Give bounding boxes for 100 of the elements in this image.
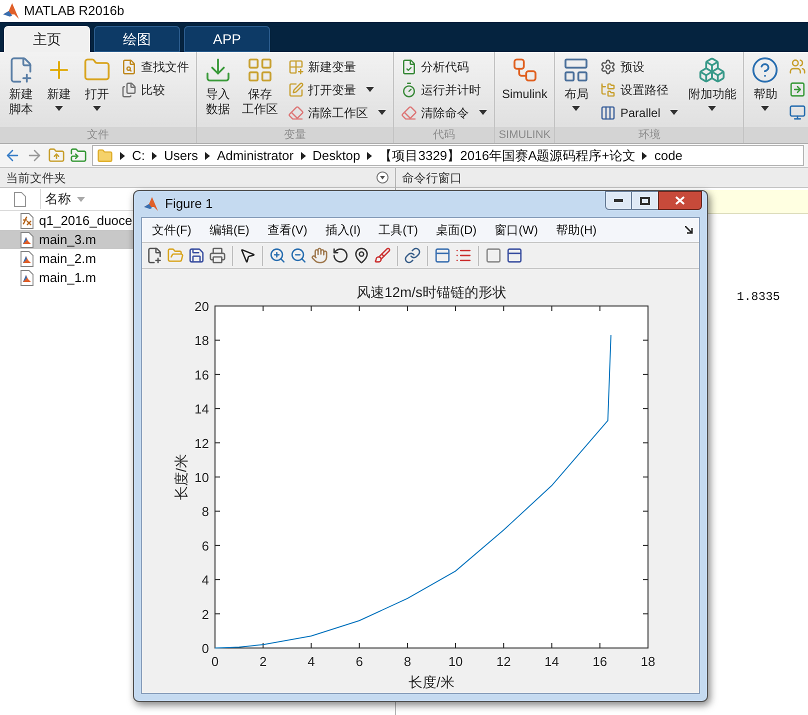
tick-label: 8 xyxy=(404,654,412,669)
ribbon-button[interactable]: 保存 工作区 xyxy=(238,52,282,126)
menu-item[interactable]: 查看(V) xyxy=(263,221,312,239)
window-title: Figure 1 xyxy=(165,195,213,214)
tick-label: 4 xyxy=(202,572,209,588)
download-icon xyxy=(204,56,232,84)
browse-folder-icon[interactable] xyxy=(70,147,87,164)
path-segment[interactable]: Desktop xyxy=(312,146,360,166)
ribbon-button[interactable]: 查找文件 xyxy=(121,55,189,78)
path-segment[interactable]: 【项目3329】2016年国赛A题源码程序+论文 xyxy=(379,146,636,166)
ribbon-button[interactable]: 附加功能 xyxy=(684,52,740,126)
y-axis-label: 长度/米 xyxy=(173,454,189,500)
ribbon-button[interactable]: 预设 xyxy=(600,55,678,78)
tick-label: 12 xyxy=(496,654,511,669)
printer-icon[interactable] xyxy=(209,247,226,264)
tick-label: 10 xyxy=(448,654,463,669)
maximize-button[interactable] xyxy=(632,191,658,210)
ribbon-button[interactable]: 清除命令 xyxy=(401,101,487,124)
function-file-icon xyxy=(20,212,34,228)
block-diagram-icon xyxy=(510,56,539,84)
tick-label: 2 xyxy=(202,606,209,622)
ribbon-button[interactable]: 新建 脚本 xyxy=(3,52,39,126)
menu-item[interactable]: 插入(I) xyxy=(321,221,365,239)
menu-item[interactable]: 帮助(H) xyxy=(552,221,601,239)
chevron-icon xyxy=(152,152,157,160)
ribbon-button[interactable]: 分析代码 xyxy=(401,55,487,78)
data-cursor-icon[interactable] xyxy=(353,247,370,264)
ribbon-button[interactable]: 布局 xyxy=(558,52,594,126)
ribbon-button[interactable]: 打开 xyxy=(79,52,115,126)
panel-title: 命令行窗口 xyxy=(402,170,462,186)
minimize-icon xyxy=(614,199,623,202)
minimize-button[interactable] xyxy=(605,191,632,210)
path-segment[interactable]: Users xyxy=(164,146,198,166)
colorbar-icon[interactable] xyxy=(434,247,451,264)
menu-item[interactable]: 文件(F) xyxy=(148,221,196,239)
ribbon-button[interactable]: 导入 数据 xyxy=(200,52,236,126)
monitor-icon[interactable] xyxy=(789,104,806,121)
link-icon[interactable] xyxy=(404,247,421,264)
path-segment[interactable]: C: xyxy=(132,146,145,166)
ribbon-button[interactable]: 帮助 xyxy=(747,52,784,126)
save-icon[interactable] xyxy=(188,247,205,264)
forward-icon[interactable] xyxy=(26,147,43,164)
ribbon-button[interactable]: Parallel xyxy=(600,101,678,124)
zoom-in-icon[interactable] xyxy=(269,247,286,264)
ribbon-button[interactable]: 清除工作区 xyxy=(288,101,386,124)
tick-label: 16 xyxy=(194,367,209,382)
group-label: 环境 xyxy=(638,129,660,141)
back-icon[interactable] xyxy=(4,147,21,164)
new-file-icon[interactable] xyxy=(146,247,163,264)
ribbon-tab[interactable]: 绘图 xyxy=(94,26,180,52)
column-header[interactable]: 名称 xyxy=(40,189,85,209)
tick-label: 6 xyxy=(356,654,363,669)
files-icon xyxy=(121,82,137,98)
close-button[interactable] xyxy=(658,191,702,210)
tick-label: 10 xyxy=(194,470,209,485)
ribbon-button[interactable]: Simulink xyxy=(498,52,552,126)
tick-label: 0 xyxy=(211,654,219,669)
menu-item[interactable]: 窗口(W) xyxy=(490,221,542,239)
file-check-icon xyxy=(401,58,417,74)
script-file-icon xyxy=(20,232,34,248)
sort-icon xyxy=(77,196,85,202)
ribbon-button[interactable]: 设置路径 xyxy=(600,78,678,101)
pointer-icon[interactable] xyxy=(239,247,256,264)
tick-label: 6 xyxy=(202,538,209,554)
rotate-icon[interactable] xyxy=(332,247,349,264)
ribbon-tab[interactable]: APP xyxy=(184,26,270,52)
file-row[interactable]: main_3.m xyxy=(0,230,133,249)
ribbon-tab[interactable]: 主页 xyxy=(4,26,90,52)
tick-label: 0 xyxy=(202,641,209,656)
ribbon-button[interactable]: 比较 xyxy=(121,78,189,101)
file-row[interactable]: q1_2016_duoce xyxy=(0,211,133,230)
chevron-icon xyxy=(120,152,125,160)
menu-item[interactable]: 工具(T) xyxy=(374,221,422,239)
path-segment[interactable]: code xyxy=(654,146,683,166)
zoom-out-icon[interactable] xyxy=(290,247,307,264)
brush-icon[interactable] xyxy=(374,247,391,264)
folder-tree-icon xyxy=(600,82,616,98)
address-field[interactable]: C: Users Administrator Desktop 【项目3329】2016年国赛A题源码程序+论文 code xyxy=(92,145,804,166)
path-segment[interactable]: Administrator xyxy=(216,146,294,166)
maximize-icon xyxy=(640,196,650,204)
window-icon[interactable] xyxy=(506,247,523,264)
legend-icon[interactable] xyxy=(455,247,472,264)
panel-menu-icon[interactable] xyxy=(376,171,389,184)
file-row[interactable]: main_2.m xyxy=(0,249,133,268)
file-row[interactable]: main_1.m xyxy=(0,268,133,287)
menu-item[interactable]: 桌面(D) xyxy=(432,221,481,239)
tick-label: 12 xyxy=(194,436,209,451)
ribbon-button[interactable]: 运行并计时 xyxy=(401,78,487,101)
square-icon[interactable] xyxy=(485,247,502,264)
file-search-icon xyxy=(121,58,137,74)
pen-icon xyxy=(288,82,304,98)
dock-arrow-icon[interactable] xyxy=(685,226,693,234)
ribbon-button[interactable]: 新建 xyxy=(41,52,77,126)
tick-label: 18 xyxy=(194,333,209,348)
ribbon-button[interactable]: 新建变量 xyxy=(288,55,386,78)
ribbon-button[interactable]: 打开变量 xyxy=(288,78,386,101)
matlab-logo-icon xyxy=(2,2,20,20)
chevron-icon xyxy=(642,152,648,160)
group-label: 文件 xyxy=(87,129,109,141)
menu-item[interactable]: 编辑(E) xyxy=(205,221,254,239)
